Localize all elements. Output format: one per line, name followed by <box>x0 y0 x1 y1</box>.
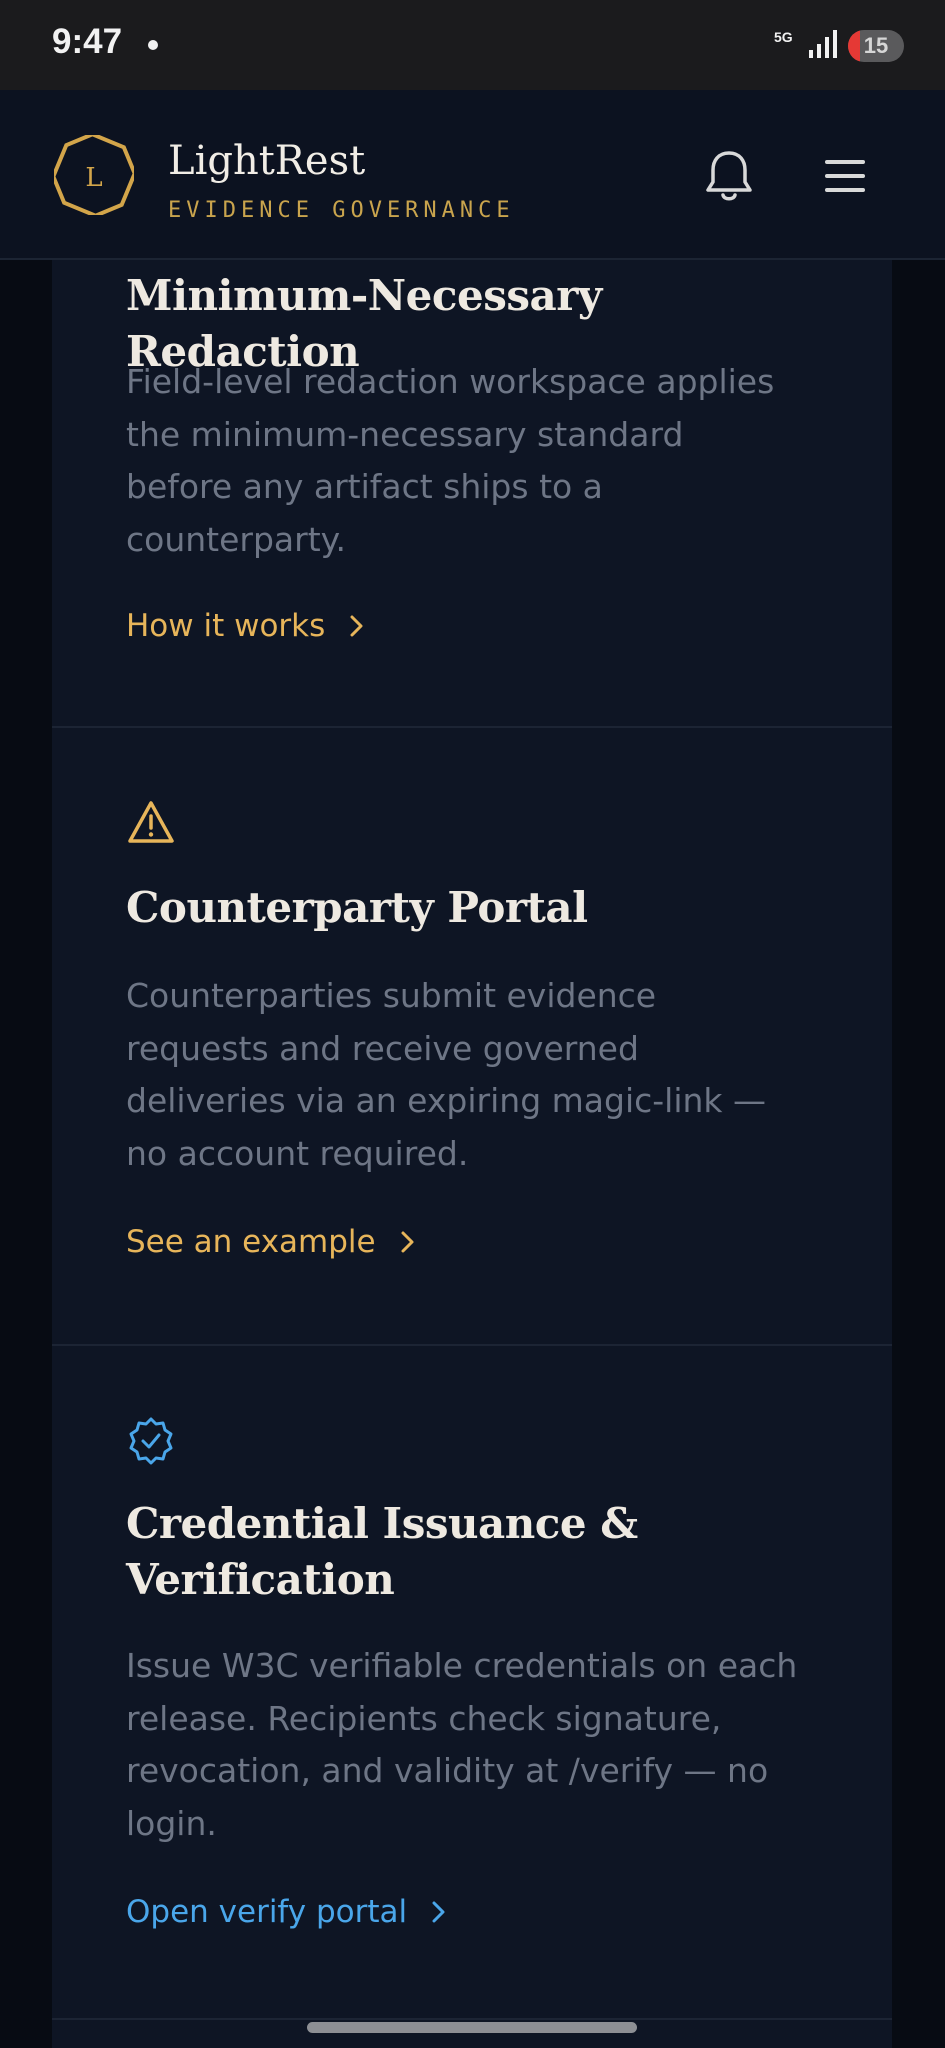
chevron-right-icon <box>350 615 363 637</box>
card-description-line: counterparty. <box>126 519 346 559</box>
open-verify-portal-link[interactable]: Open verify portal <box>126 1892 447 1932</box>
card-title: Counterparty Portal <box>126 883 588 932</box>
feature-card-credential-issuance: Credential Issuance & Verification Issue… <box>52 1346 892 2018</box>
logo-letter: L <box>85 163 102 193</box>
battery-icon: 15 <box>848 30 904 62</box>
card-description: Counterparties submit evidence requests … <box>126 970 826 1180</box>
card-divider <box>52 2018 892 2020</box>
signal-strength-icon <box>809 30 837 58</box>
logo-octagon-icon[interactable]: L <box>54 135 134 215</box>
card-description-line: requests and receive governed <box>126 1028 639 1068</box>
link-label: Open verify portal <box>126 1894 408 1930</box>
notification-dot-icon <box>148 40 158 50</box>
link-label: How it works <box>126 608 326 644</box>
warning-icon <box>128 801 174 843</box>
card-description-line: Issue W3C verifiable credentials on each <box>126 1646 798 1685</box>
network-type-icon: 5G <box>774 29 793 45</box>
card-description-line: login. <box>126 1803 217 1843</box>
card-description-line: Field-level redaction workspace applies <box>126 362 775 401</box>
card-title-line: Verification <box>126 1555 395 1604</box>
card-description-line: Counterparties submit evidence <box>126 976 657 1015</box>
feature-card-redaction: Minimum-Necessary Redaction Field-level … <box>52 260 892 726</box>
brand-tagline: EVIDENCE GOVERNANCE <box>168 198 515 223</box>
chevron-right-icon <box>401 1231 414 1253</box>
card-description-line: release. Recipients check signature, <box>126 1698 722 1738</box>
card-title: Credential Issuance & Verification <box>126 1496 846 1608</box>
card-description: Issue W3C verifiable credentials on each… <box>126 1640 826 1850</box>
brand-name[interactable]: LightRest <box>168 138 365 184</box>
feature-card-list: Minimum-Necessary Redaction Field-level … <box>52 260 892 2048</box>
status-bar: 9:47 5G 15 <box>0 0 945 90</box>
card-title-line: Credential Issuance & <box>126 1499 638 1548</box>
card-description-line: before any artifact ships to a <box>126 467 603 506</box>
feature-card-counterparty-portal: Counterparty Portal Counterparties submi… <box>52 728 892 1344</box>
card-description-line: the minimum-necessary standard <box>126 414 684 454</box>
status-time: 9:47 <box>52 22 123 61</box>
verified-badge-icon <box>129 1417 173 1465</box>
how-it-works-link[interactable]: How it works <box>126 606 365 646</box>
chevron-right-icon <box>432 1901 445 1923</box>
home-indicator[interactable] <box>307 2022 637 2033</box>
card-description: Field-level redaction workspace applies … <box>126 356 826 566</box>
card-description-line: revocation, and validity at /verify — no <box>126 1751 769 1790</box>
link-label: See an example <box>126 1224 376 1260</box>
card-description-line: no account required. <box>126 1133 469 1173</box>
card-description-line: deliveries via an expiring magic-link — <box>126 1081 767 1120</box>
battery-level: 15 <box>863 33 889 58</box>
app-header: L LightRest EVIDENCE GOVERNANCE <box>0 90 945 260</box>
see-an-example-link[interactable]: See an example <box>126 1222 416 1262</box>
bell-icon[interactable] <box>703 148 755 204</box>
hamburger-menu-icon[interactable] <box>822 156 868 196</box>
